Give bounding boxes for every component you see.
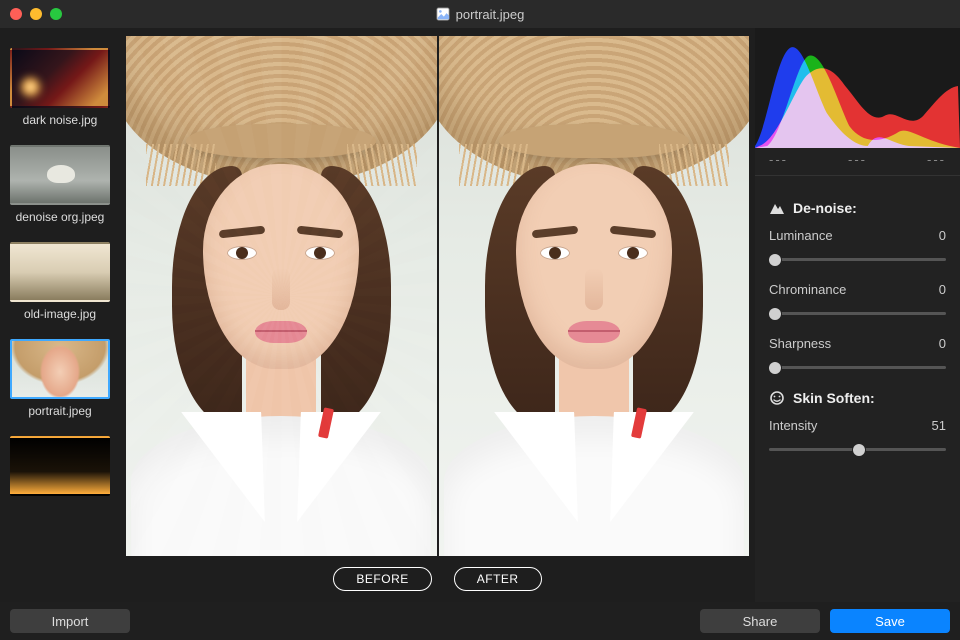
histogram-readouts: --- --- --- <box>755 148 960 176</box>
before-button[interactable]: BEFORE <box>333 567 431 591</box>
thumbnail-denoise org.jpeg[interactable]: denoise org.jpeg <box>8 145 112 224</box>
skin-slider-intensity[interactable] <box>769 448 946 451</box>
controls: De-noise: Luminance0Chrominance0Sharpnes… <box>755 176 960 602</box>
titlebar: portrait.jpeg <box>0 0 960 28</box>
file-icon <box>436 7 450 21</box>
denoise-control-luminance: Luminance 0 <box>769 228 946 264</box>
thumbnail-portrait.jpeg[interactable]: portrait.jpeg <box>8 339 112 418</box>
slider-value: 51 <box>932 418 946 433</box>
thumbnail-label: dark noise.jpg <box>8 113 112 127</box>
thumbnail-image <box>10 242 110 302</box>
preview-area: BEFORE AFTER <box>120 28 755 602</box>
skin-section-header: Skin Soften: <box>769 390 946 406</box>
slider-label: Chrominance <box>769 282 846 297</box>
thumbnail-image <box>10 48 110 108</box>
slider-value: 0 <box>939 282 946 297</box>
thumbnail-item-4[interactable] <box>8 436 112 496</box>
thumbnail-image <box>10 339 110 399</box>
slider-value: 0 <box>939 336 946 351</box>
window-controls <box>10 8 62 20</box>
after-button[interactable]: AFTER <box>454 567 542 591</box>
share-button[interactable]: Share <box>700 609 820 633</box>
main-area: dark noise.jpg denoise org.jpeg old-image.… <box>0 28 960 602</box>
denoise-slider-chrominance[interactable] <box>769 312 946 315</box>
close-icon[interactable] <box>10 8 22 20</box>
right-panel: --- --- --- De-noise: Luminance0Chromina… <box>755 28 960 602</box>
readout-1: --- <box>769 152 788 167</box>
slider-value: 0 <box>939 228 946 243</box>
slider-label: Luminance <box>769 228 833 243</box>
mountain-icon <box>769 200 785 216</box>
thumbnail-old-image.jpg[interactable]: old-image.jpg <box>8 242 112 321</box>
import-button[interactable]: Import <box>10 609 130 633</box>
sidebar-thumbnails: dark noise.jpg denoise org.jpeg old-image.… <box>0 28 120 602</box>
preview-labels: BEFORE AFTER <box>120 556 755 602</box>
thumbnail-image <box>10 145 110 205</box>
minimize-icon[interactable] <box>30 8 42 20</box>
thumbnail-label: old-image.jpg <box>8 307 112 321</box>
noise-overlay <box>126 36 437 556</box>
histogram[interactable] <box>755 28 960 148</box>
slider-label: Intensity <box>769 418 817 433</box>
readout-3: --- <box>927 152 946 167</box>
slider-label: Sharpness <box>769 336 831 351</box>
preview-before[interactable] <box>126 36 437 556</box>
denoise-slider-luminance[interactable] <box>769 258 946 261</box>
preview-split <box>120 36 755 556</box>
face-icon <box>769 390 785 406</box>
readout-2: --- <box>848 152 867 167</box>
denoise-control-chrominance: Chrominance 0 <box>769 282 946 318</box>
thumbnail-image <box>10 436 110 496</box>
denoise-control-sharpness: Sharpness 0 <box>769 336 946 372</box>
skin-control-intensity: Intensity 51 <box>769 418 946 454</box>
thumbnail-label: portrait.jpeg <box>8 404 112 418</box>
save-button[interactable]: Save <box>830 609 950 633</box>
denoise-section-header: De-noise: <box>769 200 946 216</box>
footer: Import Share Save <box>0 602 960 640</box>
window-title: portrait.jpeg <box>0 7 960 22</box>
denoise-slider-sharpness[interactable] <box>769 366 946 369</box>
preview-after[interactable] <box>439 36 750 556</box>
thumbnail-label: denoise org.jpeg <box>8 210 112 224</box>
thumbnail-dark noise.jpg[interactable]: dark noise.jpg <box>8 48 112 127</box>
maximize-icon[interactable] <box>50 8 62 20</box>
